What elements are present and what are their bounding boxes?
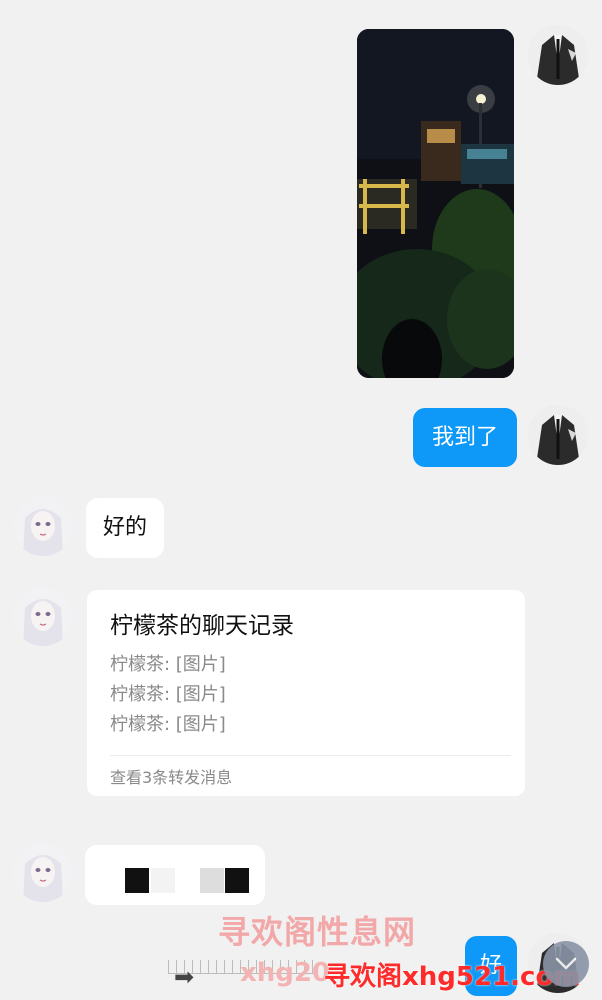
redaction-block <box>225 868 249 893</box>
arrow-right-icon: ➡ <box>174 963 195 991</box>
watermark-brand: 寻欢阁性息网 <box>218 913 417 951</box>
suit-avatar-image <box>528 405 588 465</box>
message-text: 好的 <box>102 515 147 540</box>
card-divider <box>110 755 511 756</box>
redaction-block <box>200 868 224 893</box>
scroll-to-bottom-button[interactable] <box>543 941 589 987</box>
card-title: 柠檬茶的聊天记录 <box>110 613 294 639</box>
watermark-url-overlay: 寻欢阁xhg521.com <box>324 962 581 992</box>
night-street-photo <box>357 29 514 378</box>
received-text-bubble[interactable]: 好的 <box>86 498 164 558</box>
redaction-block <box>125 868 149 893</box>
redaction-block <box>151 868 175 893</box>
chat-screen: 我到了 好的 柠檬茶的聊天记录 柠檬茶: [图片] 柠檬茶: [图片] 柠檬茶:… <box>0 0 602 1000</box>
chevron-down-icon <box>555 957 577 970</box>
contact-avatar[interactable] <box>13 842 73 902</box>
anime-girl-avatar-image <box>13 586 73 646</box>
contact-avatar[interactable] <box>13 586 73 646</box>
redacted-message-bubble[interactable] <box>85 845 265 905</box>
anime-girl-avatar-image <box>13 842 73 902</box>
sent-photo-message[interactable] <box>357 29 514 378</box>
anime-girl-avatar-image <box>13 496 73 556</box>
card-preview-line: 柠檬茶: [图片] <box>110 684 226 705</box>
card-preview-line: 柠檬茶: [图片] <box>110 714 226 735</box>
message-text: 我到了 <box>431 424 498 450</box>
card-preview-line: 柠檬茶: [图片] <box>110 654 226 675</box>
suit-avatar-image <box>528 25 588 85</box>
forwarded-chat-record-card[interactable]: 柠檬茶的聊天记录 柠檬茶: [图片] 柠檬茶: [图片] 柠檬茶: [图片] 查… <box>87 590 525 796</box>
my-avatar[interactable] <box>528 25 588 85</box>
sent-text-bubble[interactable]: 我到了 <box>413 408 517 467</box>
contact-avatar[interactable] <box>13 496 73 556</box>
watermark-url-partial: xhg20 <box>240 958 331 988</box>
view-forwarded-messages-link[interactable]: 查看3条转发消息 <box>110 764 232 788</box>
my-avatar[interactable] <box>528 405 588 465</box>
